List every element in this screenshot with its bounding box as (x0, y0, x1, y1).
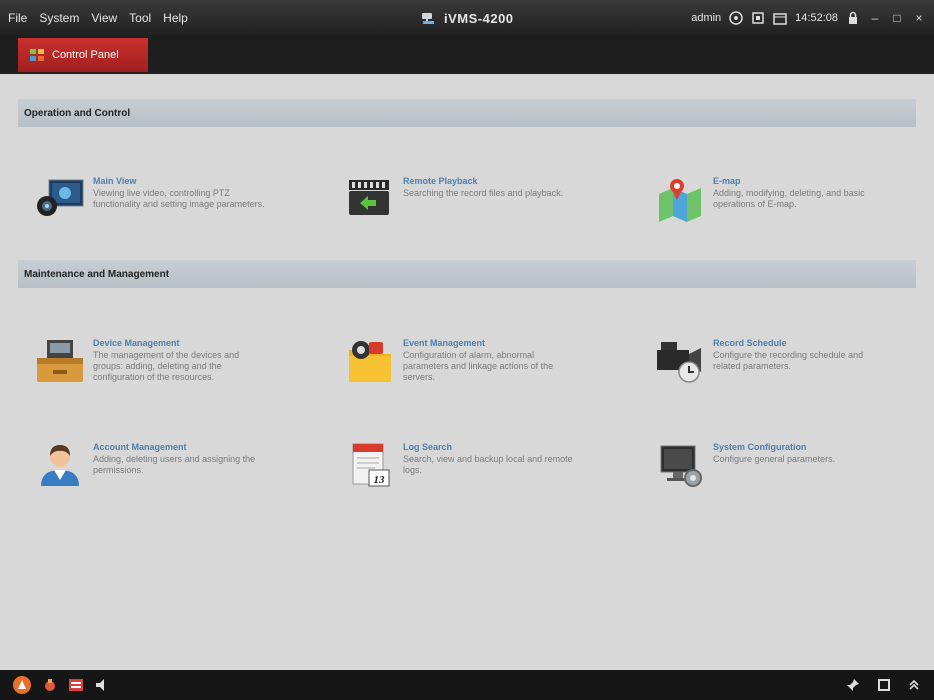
module-desc: Configuration of alarm, abnormal paramet… (403, 350, 554, 382)
cpu-icon[interactable] (751, 11, 765, 25)
tab-strip: Control Panel (0, 36, 934, 74)
section-title: Operation and Control (24, 107, 131, 119)
app-title: iVMS-4200 (420, 0, 514, 36)
section-header-operation: Operation and Control (18, 99, 916, 127)
module-desc: Search, view and backup local and remote… (403, 454, 573, 475)
module-e-map[interactable]: E-map Adding, modifying, deleting, and b… (655, 174, 925, 244)
clock-time: 14:52:08 (795, 12, 838, 24)
device-management-icon (37, 340, 83, 382)
module-title: Main View (93, 176, 137, 186)
window-icon[interactable] (878, 679, 890, 691)
module-title: System Configuration (713, 442, 807, 452)
module-system-configuration[interactable]: System Configuration Configure general p… (655, 440, 925, 510)
double-chevron-up-icon[interactable] (908, 679, 920, 691)
module-title: Device Management (93, 338, 180, 348)
module-account-management[interactable]: Account Management Adding, deleting user… (35, 440, 305, 510)
module-desc: The management of the devices and groups… (93, 350, 240, 382)
module-desc: Configure the recording schedule and rel… (713, 350, 864, 371)
module-title: E-map (713, 176, 741, 186)
account-management-icon (41, 445, 79, 486)
username[interactable]: admin (691, 12, 721, 24)
module-device-management[interactable]: Device Management The management of the … (35, 336, 305, 406)
network-icon[interactable] (729, 11, 743, 25)
minimize-button[interactable]: – (868, 11, 882, 25)
module-desc: Viewing live video, controlling PTZ func… (93, 188, 265, 209)
menu-help[interactable]: Help (163, 11, 188, 25)
event-list-icon[interactable] (68, 677, 84, 693)
module-desc: Configure general parameters. (713, 454, 836, 464)
section-header-maintenance: Maintenance and Management (18, 260, 916, 288)
close-button[interactable]: × (912, 11, 926, 25)
bottom-toolbar (0, 670, 934, 700)
menu-view[interactable]: View (91, 11, 117, 25)
pin-icon[interactable] (846, 678, 860, 692)
maximize-button[interactable]: □ (890, 11, 904, 25)
menu-bar: File System View Tool Help (8, 0, 188, 36)
module-title: Record Schedule (713, 338, 787, 348)
calendar-icon[interactable] (773, 11, 787, 25)
module-main-view[interactable]: Main View Viewing live video, controllin… (35, 174, 305, 244)
module-remote-playback[interactable]: Remote Playback Searching the record fil… (345, 174, 615, 244)
module-event-management[interactable]: Event Management Configuration of alarm,… (345, 336, 615, 406)
module-desc: Adding, modifying, deleting, and basic o… (713, 188, 865, 209)
alarm-icon[interactable] (12, 675, 32, 695)
tab-label: Control Panel (52, 49, 119, 61)
bottom-right-tools (846, 670, 920, 700)
module-record-schedule[interactable]: Record Schedule Configure the recording … (655, 336, 925, 406)
module-desc: Searching the record files and playback. (403, 188, 564, 198)
control-panel-icon (30, 49, 44, 61)
record-schedule-icon (657, 342, 701, 383)
control-panel-content: Operation and Control Main View Viewing … (0, 74, 934, 670)
system-configuration-icon (660, 445, 702, 487)
title-bar: File System View Tool Help iVMS-4200 adm… (0, 0, 934, 36)
log-search-icon: 13 (352, 443, 390, 487)
module-title: Remote Playback (403, 176, 478, 186)
remote-playback-icon (349, 180, 389, 215)
camera-logo-icon (422, 13, 434, 24)
module-title: Event Management (403, 338, 486, 348)
menu-system[interactable]: System (39, 11, 79, 25)
menu-file[interactable]: File (8, 11, 27, 25)
module-title: Account Management (93, 442, 187, 452)
alarm-sound-icon[interactable] (42, 677, 58, 693)
tab-control-panel[interactable]: Control Panel (18, 38, 148, 72)
bottom-left-tools (12, 670, 110, 700)
module-desc: Adding, deleting users and assigning the… (93, 454, 256, 475)
app-title-text: iVMS-4200 (444, 10, 514, 26)
e-map-icon (659, 179, 701, 222)
module-log-search[interactable]: 13 Log Search Search, view and backup lo… (345, 440, 615, 510)
status-area: admin 14:52:08 – □ × (691, 0, 926, 36)
menu-tool[interactable]: Tool (129, 11, 151, 25)
log-icon-day: 13 (374, 474, 386, 486)
section-title: Maintenance and Management (24, 268, 170, 280)
main-view-icon (37, 179, 84, 216)
audio-icon[interactable] (94, 677, 110, 693)
module-title: Log Search (403, 442, 453, 452)
lock-icon[interactable] (846, 11, 860, 25)
event-management-icon (349, 341, 391, 382)
